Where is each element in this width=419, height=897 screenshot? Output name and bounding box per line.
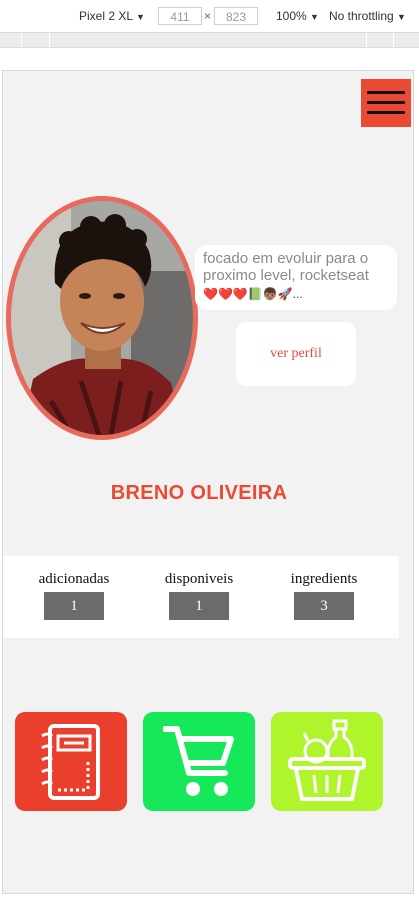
device-name: Pixel 2 XL bbox=[79, 9, 133, 23]
stat-label: ingredients bbox=[290, 571, 358, 587]
width-input[interactable]: 411 bbox=[158, 7, 202, 25]
ruler-tick bbox=[21, 33, 22, 47]
devtools-toolbar: Pixel 2 XL ▼ 411 × 823 100% ▼ No throttl… bbox=[0, 0, 419, 33]
stat-value: 1 bbox=[44, 592, 104, 620]
bio-line-2: proximo level, rocketseat bbox=[203, 267, 369, 284]
device-caret-icon: ▼ bbox=[135, 12, 145, 22]
height-input[interactable]: 823 bbox=[214, 7, 258, 25]
throttling-select[interactable]: No throttling ▼ bbox=[329, 9, 406, 23]
notebook-icon bbox=[41, 723, 100, 800]
times-sign: × bbox=[204, 9, 212, 23]
bio-line-1: focado em evoluir para o bbox=[203, 250, 369, 267]
ruler-tick bbox=[393, 33, 394, 47]
grocery-tile-button[interactable] bbox=[271, 712, 383, 811]
bio-emojis: ❤️❤️❤️📗👦🏽🚀... bbox=[203, 287, 303, 301]
cart-tile-button[interactable] bbox=[143, 712, 255, 811]
stat-label: disponiveis bbox=[164, 571, 234, 587]
avatar bbox=[6, 196, 198, 440]
view-profile-button[interactable]: ver perfil bbox=[236, 322, 356, 386]
bio-card: focado em evoluir para o proximo level, … bbox=[195, 245, 397, 310]
device-select[interactable]: Pixel 2 XL ▼ bbox=[79, 9, 145, 23]
page-viewport: focado em evoluir para o proximo level, … bbox=[2, 70, 414, 894]
notebook-tile-button[interactable] bbox=[15, 712, 127, 811]
stat-ingredients: ingredients 3 bbox=[269, 571, 379, 620]
stats-panel: adicionadas 1 disponiveis 1 ingredients … bbox=[3, 556, 399, 638]
zoom-select[interactable]: 100% ▼ bbox=[276, 9, 319, 23]
user-name: BRENO OLIVEIRA bbox=[110, 482, 288, 504]
zoom-caret-icon: ▼ bbox=[310, 12, 319, 22]
zoom-value: 100% bbox=[276, 9, 307, 23]
stat-label: adicionadas bbox=[38, 571, 110, 587]
ruler-tick bbox=[49, 33, 50, 47]
throttling-caret-icon: ▼ bbox=[397, 12, 406, 22]
hamburger-icon-bar bbox=[367, 111, 405, 114]
media-query-ruler[interactable] bbox=[0, 33, 419, 48]
menu-button[interactable] bbox=[361, 79, 411, 127]
throttling-value: No throttling bbox=[329, 9, 394, 23]
ruler-tick bbox=[366, 33, 367, 47]
cart-icon bbox=[163, 725, 234, 796]
avatar-photo bbox=[11, 201, 193, 435]
hamburger-icon bbox=[367, 91, 405, 94]
stat-available: disponiveis 1 bbox=[144, 571, 254, 620]
stat-value: 3 bbox=[294, 592, 354, 620]
hamburger-icon-bar bbox=[367, 101, 405, 104]
stat-value: 1 bbox=[169, 592, 229, 620]
grocery-basket-icon bbox=[288, 719, 366, 801]
stat-added: adicionadas 1 bbox=[19, 571, 129, 620]
